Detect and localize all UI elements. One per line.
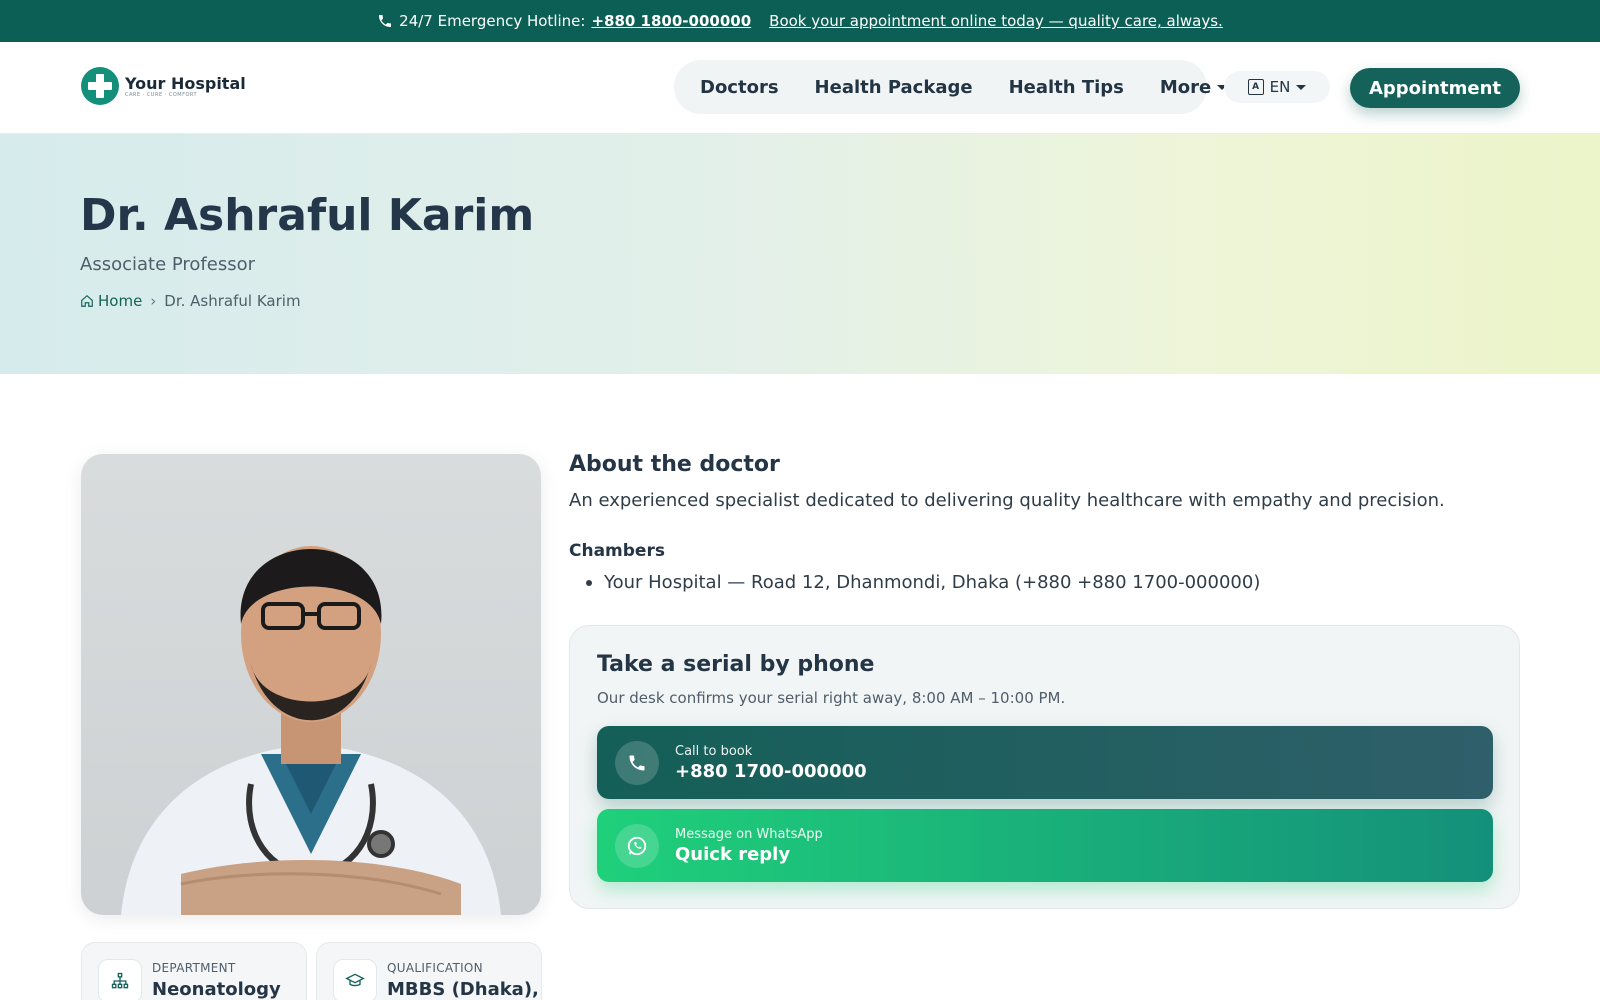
- bullet-icon: [586, 579, 592, 586]
- site-header: Your Hospital CARE · CURE · COMFORT Doct…: [0, 42, 1600, 134]
- nav-item-health-tips[interactable]: Health Tips: [1009, 77, 1124, 98]
- about-text: An experienced specialist dedicated to d…: [569, 490, 1445, 511]
- whatsapp-icon: [615, 823, 659, 868]
- chambers-heading: Chambers: [569, 541, 665, 561]
- department-label: DEPARTMENT: [152, 961, 236, 975]
- whatsapp-big-label: Quick reply: [675, 843, 791, 865]
- whatsapp-small-label: Message on WhatsApp: [675, 826, 823, 842]
- main-nav: Doctors Health Package Health Tips More: [674, 60, 1228, 114]
- doctor-designation: Associate Professor: [80, 254, 255, 275]
- medical-cross-icon: [81, 67, 119, 105]
- nav-more-label: More: [1159, 76, 1212, 98]
- doctor-name: Dr. Ashraful Karim: [80, 190, 535, 241]
- qualification-value: MBBS (Dhaka),: [387, 979, 539, 1000]
- phone-icon: [615, 740, 659, 785]
- appointment-button[interactable]: Appointment: [1350, 68, 1520, 108]
- hotline-label: 24/7 Emergency Hotline:: [399, 12, 586, 30]
- serial-booking-panel: Take a serial by phone Our desk confirms…: [569, 625, 1520, 909]
- breadcrumb-current: Dr. Ashraful Karim: [164, 292, 301, 310]
- book-online-link[interactable]: Book your appointment online today — qua…: [769, 12, 1223, 30]
- chevron-right-icon: ›: [150, 292, 157, 310]
- call-number: +880 1700-000000: [675, 760, 867, 782]
- org-chart-icon: [98, 959, 142, 1000]
- breadcrumb: Home › Dr. Ashraful Karim: [80, 292, 301, 310]
- hotline-number-link[interactable]: +880 1800-000000: [591, 12, 751, 30]
- department-value: Neonatology: [152, 979, 281, 1000]
- serial-heading: Take a serial by phone: [597, 652, 875, 677]
- language-selector[interactable]: A EN: [1224, 71, 1330, 103]
- doctor-portrait-illustration: [121, 546, 501, 915]
- top-announcement-bar: 24/7 Emergency Hotline: +880 1800-000000…: [0, 0, 1600, 42]
- qualification-card: QUALIFICATION MBBS (Dhaka),: [316, 942, 542, 1000]
- qualification-label: QUALIFICATION: [387, 961, 483, 975]
- doctor-photo: [81, 454, 541, 915]
- graduation-cap-icon: [333, 959, 377, 1000]
- breadcrumb-home[interactable]: Home: [80, 292, 142, 310]
- doctor-hero: Dr. Ashraful Karim Associate Professor H…: [0, 134, 1600, 374]
- chamber-text: Your Hospital — Road 12, Dhanmondi, Dhak…: [604, 572, 1261, 593]
- whatsapp-button[interactable]: Message on WhatsApp Quick reply: [597, 809, 1493, 882]
- call-small-label: Call to book: [675, 743, 753, 759]
- department-card: DEPARTMENT Neonatology: [81, 942, 307, 1000]
- site-logo[interactable]: Your Hospital CARE · CURE · COMFORT: [81, 67, 246, 105]
- translate-icon: A: [1247, 79, 1264, 95]
- chamber-item: Your Hospital — Road 12, Dhanmondi, Dhak…: [586, 572, 1260, 593]
- phone-icon: [379, 15, 392, 27]
- nav-item-health-package[interactable]: Health Package: [815, 77, 973, 98]
- home-icon: [81, 294, 93, 307]
- about-heading: About the doctor: [569, 452, 780, 477]
- nav-item-doctors[interactable]: Doctors: [700, 77, 779, 98]
- call-to-book-button[interactable]: Call to book +880 1700-000000: [597, 726, 1493, 799]
- serial-subtext: Our desk confirms your serial right away…: [597, 689, 1066, 707]
- breadcrumb-home-label: Home: [98, 292, 143, 310]
- language-code: EN: [1269, 78, 1291, 96]
- logo-name: Your Hospital: [125, 73, 246, 93]
- nav-item-more[interactable]: More: [1159, 76, 1228, 98]
- chevron-down-icon: [1296, 84, 1307, 90]
- hotline-group: 24/7 Emergency Hotline: +880 1800-000000: [377, 12, 751, 30]
